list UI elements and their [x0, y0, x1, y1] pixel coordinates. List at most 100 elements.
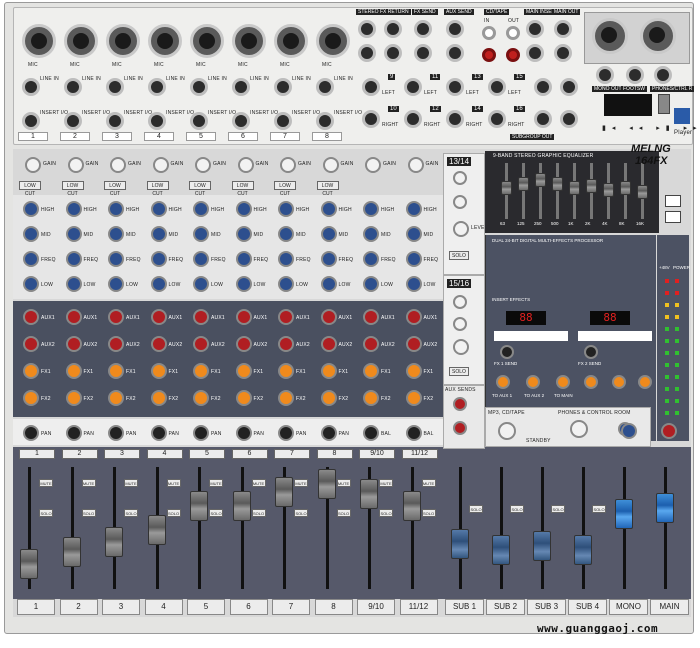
- fx2-send-knob[interactable]: [584, 345, 598, 359]
- eq-knob[interactable]: [405, 276, 422, 292]
- fx-return-jack[interactable]: [384, 20, 402, 38]
- eq-knob[interactable]: [65, 276, 82, 292]
- mute-button[interactable]: MUTE: [336, 479, 351, 487]
- channel-mute-button[interactable]: 9/10: [359, 449, 395, 459]
- pan-knob[interactable]: [320, 425, 337, 441]
- eq-knob[interactable]: [23, 201, 39, 217]
- solo-button[interactable]: SOLO: [294, 509, 308, 517]
- aux-send-knob[interactable]: [278, 336, 294, 352]
- pan-knob[interactable]: [193, 425, 209, 441]
- geq-switch-1[interactable]: [665, 195, 681, 207]
- channel-mute-button[interactable]: 11/12: [401, 449, 438, 459]
- subgroup-jack[interactable]: [488, 110, 506, 128]
- eq-knob[interactable]: [235, 201, 252, 217]
- line-in-jack[interactable]: [274, 78, 292, 96]
- low-cut-button[interactable]: LOW CUT: [104, 181, 126, 197]
- eq-knob[interactable]: [65, 226, 82, 242]
- aux-send-knob[interactable]: [363, 336, 379, 352]
- eq-knob[interactable]: [23, 251, 39, 267]
- aux-send-knob[interactable]: [235, 309, 252, 325]
- geq-slider[interactable]: [518, 177, 529, 191]
- aux-send-knob[interactable]: [193, 309, 209, 325]
- fx2-to-aux1-knob[interactable]: [584, 375, 598, 389]
- eq-knob[interactable]: [235, 251, 252, 267]
- subgroup-out-jack[interactable]: [534, 78, 552, 96]
- aux-send-knob[interactable]: [65, 363, 82, 379]
- line-in-jack[interactable]: [148, 78, 166, 96]
- eq-knob[interactable]: [320, 276, 337, 292]
- aux-send-knob[interactable]: [405, 363, 422, 379]
- mute-button[interactable]: MUTE: [379, 479, 393, 487]
- aux-send-knob[interactable]: [23, 309, 39, 325]
- geq-slider[interactable]: [637, 185, 648, 199]
- pan-knob[interactable]: [278, 425, 294, 441]
- line-in-jack[interactable]: [316, 78, 334, 96]
- aux-send-knob[interactable]: [278, 390, 294, 406]
- eq-knob[interactable]: [108, 251, 124, 267]
- eq-knob[interactable]: [320, 226, 337, 242]
- eq-knob[interactable]: [150, 276, 167, 292]
- line-in-jack[interactable]: [190, 78, 208, 96]
- subgroup-jack[interactable]: [404, 110, 422, 128]
- eq-knob[interactable]: [193, 276, 209, 292]
- aux-send-knob[interactable]: [278, 363, 294, 379]
- pan-knob[interactable]: [23, 425, 39, 441]
- aux-send-knob[interactable]: [23, 363, 39, 379]
- solo-button[interactable]: SOLO: [421, 509, 436, 517]
- subgroup-jack[interactable]: [446, 78, 464, 96]
- fx2-to-main-knob[interactable]: [638, 375, 652, 389]
- insert-jack[interactable]: [22, 112, 40, 130]
- channel-mute-button[interactable]: 6: [231, 449, 268, 459]
- return-solo-button[interactable]: SOLO: [449, 251, 469, 260]
- mp3-level-knob[interactable]: [498, 422, 516, 440]
- bus-fader[interactable]: [656, 493, 674, 523]
- aux-send-knob[interactable]: [405, 336, 422, 352]
- pan-knob[interactable]: [363, 425, 379, 441]
- channel-fader[interactable]: [232, 491, 251, 521]
- geq-slider[interactable]: [586, 179, 597, 193]
- geq-slider[interactable]: [552, 177, 563, 191]
- insert-jack[interactable]: [232, 112, 250, 130]
- eq-knob[interactable]: [405, 251, 422, 267]
- eq-knob[interactable]: [363, 226, 379, 242]
- eq-knob[interactable]: [193, 201, 209, 217]
- pan-knob[interactable]: [405, 425, 422, 441]
- main-out-xlr-left[interactable]: [592, 18, 628, 54]
- eq-knob[interactable]: [108, 276, 124, 292]
- insert-jack[interactable]: [190, 112, 208, 130]
- aux-send-knob[interactable]: [235, 336, 252, 352]
- subgroup-out-jack[interactable]: [534, 110, 552, 128]
- solo-button[interactable]: SOLO: [124, 509, 138, 517]
- mute-button[interactable]: MUTE: [39, 479, 53, 487]
- eq-knob[interactable]: [405, 226, 422, 242]
- eq-knob[interactable]: [108, 201, 124, 217]
- main-out-xlr-right[interactable]: [640, 18, 676, 54]
- insert-jack[interactable]: [316, 112, 334, 130]
- aux-send-knob[interactable]: [363, 309, 379, 325]
- bus-fader[interactable]: [533, 531, 551, 561]
- aux-send-knob[interactable]: [193, 363, 209, 379]
- bus-fader[interactable]: [615, 499, 633, 529]
- bus-fader[interactable]: [574, 535, 592, 565]
- eq-knob[interactable]: [405, 201, 422, 217]
- aux-send-knob[interactable]: [193, 390, 209, 406]
- pan-knob[interactable]: [235, 425, 252, 441]
- solo-button[interactable]: SOLO: [379, 509, 393, 517]
- aux-send-knob[interactable]: [320, 309, 337, 325]
- channel-mute-button[interactable]: 8: [316, 449, 353, 459]
- main-balance-knob[interactable]: [661, 423, 677, 439]
- aux-send-knob[interactable]: [23, 336, 39, 352]
- fx-return-jack[interactable]: [358, 44, 376, 62]
- rca-out-left[interactable]: [506, 26, 520, 40]
- aux-send-knob[interactable]: [363, 390, 379, 406]
- aux-send-knob[interactable]: [108, 390, 124, 406]
- eq-knob[interactable]: [363, 276, 379, 292]
- mic-xlr-input[interactable]: [316, 24, 350, 58]
- main-out-jack[interactable]: [554, 20, 572, 38]
- gain-knob[interactable]: [322, 157, 339, 173]
- mic-xlr-input[interactable]: [274, 24, 308, 58]
- main-out-jack[interactable]: [554, 44, 572, 62]
- aux-send-knob[interactable]: [108, 336, 124, 352]
- eq-knob[interactable]: [278, 251, 294, 267]
- mic-xlr-input[interactable]: [106, 24, 140, 58]
